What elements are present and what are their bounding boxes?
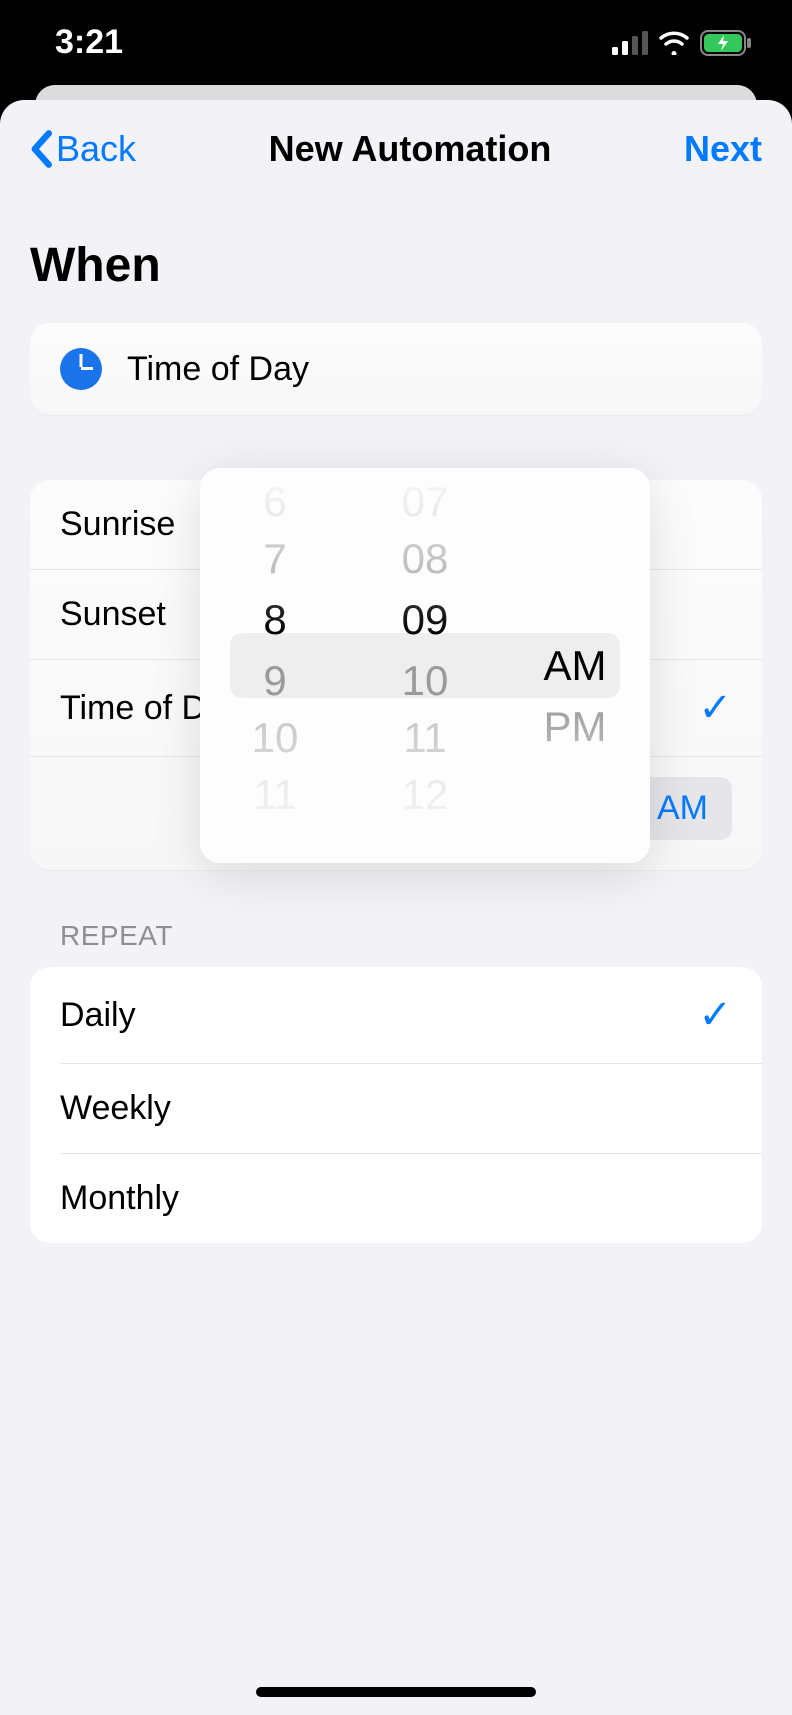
page-title: New Automation xyxy=(269,128,552,170)
back-button[interactable]: Back xyxy=(30,128,136,170)
picker-item: 10 xyxy=(402,652,449,709)
picker-item-selected: AM xyxy=(544,633,607,698)
repeat-section-label: REPEAT xyxy=(60,920,762,952)
picker-item: 10 xyxy=(252,709,299,766)
picker-item: 08 xyxy=(402,530,449,587)
repeat-daily-option[interactable]: Daily ✓ xyxy=(30,967,762,1063)
time-of-day-option-label: Time of D xyxy=(60,689,206,728)
time-of-day-card[interactable]: Time of Day xyxy=(30,323,762,415)
navigation-bar: Back New Automation Next xyxy=(0,100,792,198)
repeat-monthly-option[interactable]: Monthly xyxy=(30,1154,762,1243)
repeat-weekly-option[interactable]: Weekly xyxy=(30,1064,762,1153)
sunset-label: Sunset xyxy=(60,595,166,634)
status-icons xyxy=(612,30,752,56)
checkmark-icon: ✓ xyxy=(698,992,732,1038)
repeat-weekly-label: Weekly xyxy=(60,1089,171,1128)
repeat-options-card: Daily ✓ Weekly Monthly xyxy=(30,967,762,1243)
chevron-left-icon xyxy=(30,130,52,168)
picker-item: 11 xyxy=(253,766,297,823)
picker-item: 9 xyxy=(263,652,286,709)
picker-item: 11 xyxy=(403,709,447,766)
repeat-daily-label: Daily xyxy=(60,996,136,1035)
picker-item: 7 xyxy=(263,530,286,587)
hour-picker-column[interactable]: 5 6 7 8 9 10 11 xyxy=(200,468,350,863)
picker-item: 12 xyxy=(402,766,449,823)
next-button[interactable]: Next xyxy=(684,128,762,170)
back-label: Back xyxy=(56,128,136,170)
minute-picker-column[interactable]: 06 07 08 09 10 11 12 xyxy=(350,468,500,863)
picker-item-selected: 09 xyxy=(402,587,449,652)
picker-item: 6 xyxy=(263,473,286,530)
ampm-picker-column[interactable]: AM PM xyxy=(500,468,650,863)
picker-item-selected: 8 xyxy=(263,587,286,652)
when-section-title: When xyxy=(30,238,762,293)
picker-item: PM xyxy=(544,698,607,755)
time-of-day-label: Time of Day xyxy=(127,350,309,389)
status-time: 3:21 xyxy=(55,23,123,62)
battery-icon xyxy=(700,30,752,56)
time-picker-popup[interactable]: 5 6 7 8 9 10 11 06 07 08 09 10 11 12 A xyxy=(200,468,650,863)
time-of-day-header: Time of Day xyxy=(30,323,762,415)
repeat-monthly-label: Monthly xyxy=(60,1179,179,1218)
home-indicator[interactable] xyxy=(256,1687,536,1697)
clock-icon xyxy=(60,348,102,390)
checkmark-icon: ✓ xyxy=(698,685,732,731)
cellular-icon xyxy=(612,31,648,55)
picker-item: 07 xyxy=(402,473,449,530)
sunrise-label: Sunrise xyxy=(60,505,175,544)
main-sheet: Back New Automation Next When Time of Da… xyxy=(0,100,792,1715)
wifi-icon xyxy=(658,31,690,55)
